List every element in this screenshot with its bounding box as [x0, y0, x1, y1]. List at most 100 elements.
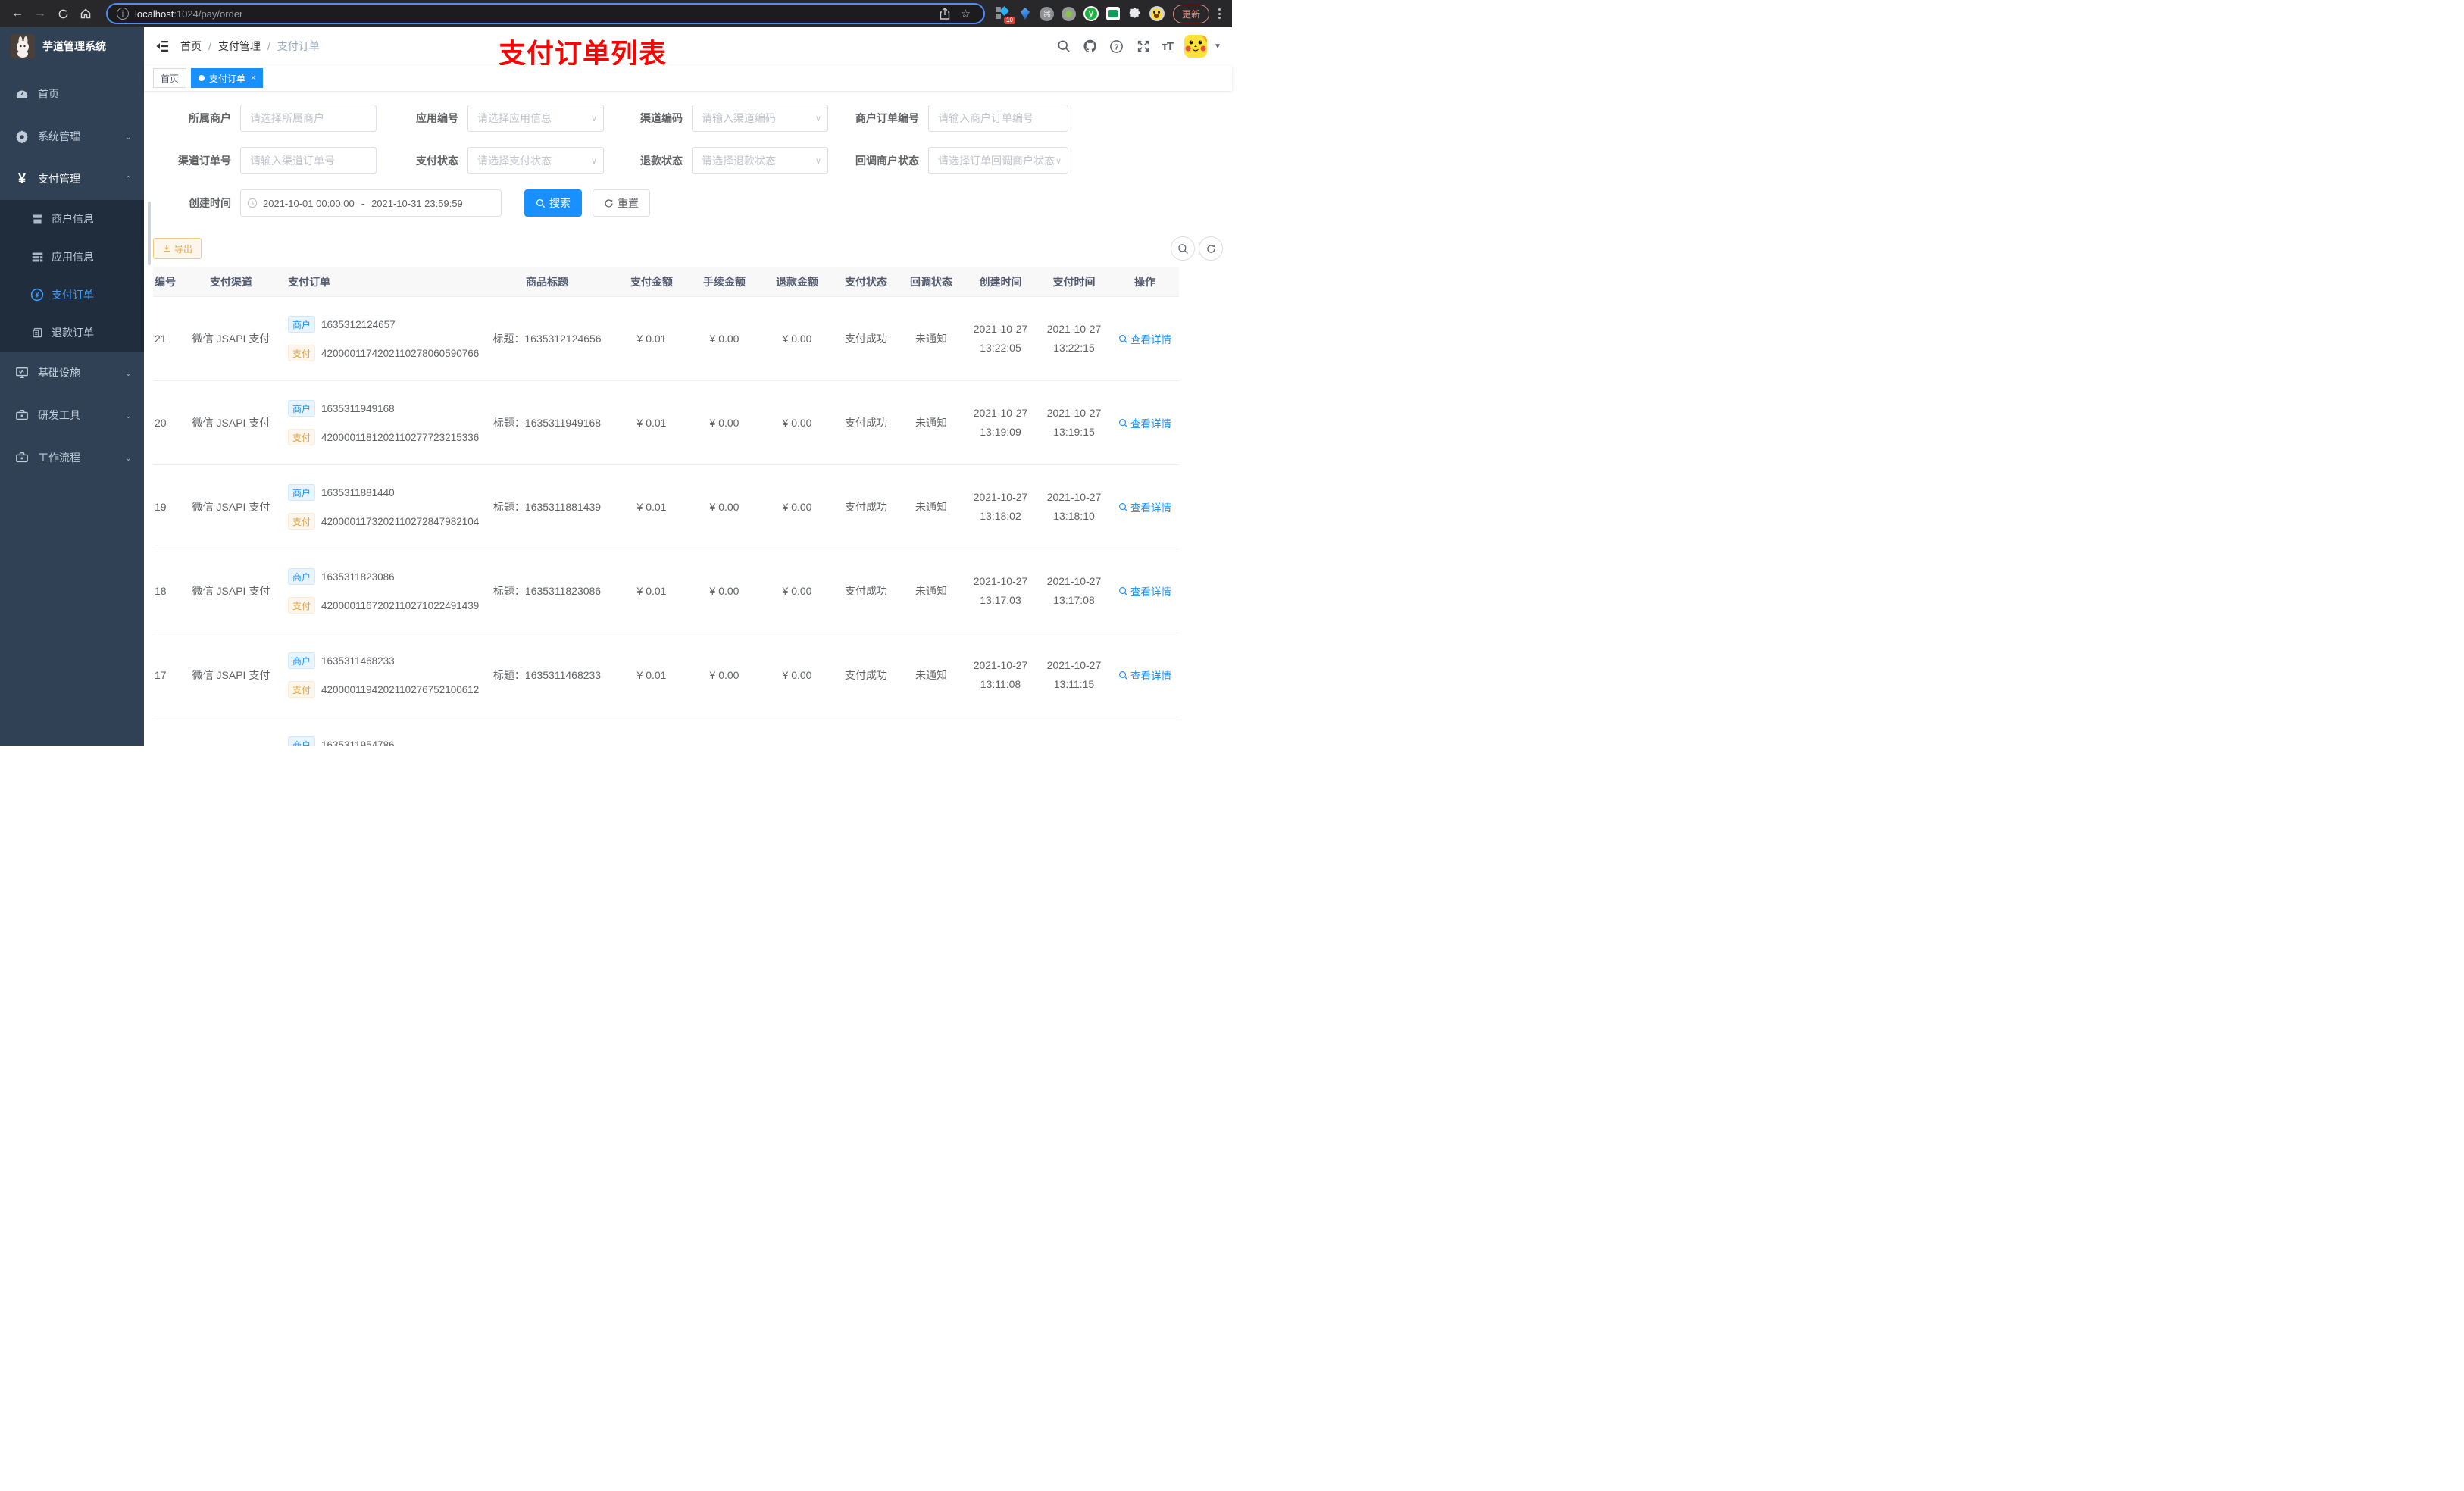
site-info-icon[interactable]: i	[117, 8, 129, 20]
sidebar-item-dev-tools[interactable]: 研发工具 ⌄	[0, 394, 144, 436]
chevron-up-icon: ⌃	[124, 174, 132, 184]
avatar-caret-icon[interactable]: ▼	[1214, 42, 1221, 51]
cell-order: 商户 1635311949168 支付 42000011812021102777…	[276, 400, 479, 445]
cell-notify: 未通知	[915, 585, 947, 597]
extension-puzzle-icon[interactable]	[1127, 6, 1143, 21]
browser-reload-icon[interactable]	[53, 4, 73, 23]
toolbox-icon	[15, 451, 29, 464]
github-icon[interactable]	[1083, 39, 1098, 54]
pay-status-select[interactable]: 请选择支付状态 ∨	[467, 147, 604, 174]
merchant-input[interactable]	[240, 105, 377, 132]
cell-fee: ¥ 0.00	[709, 585, 740, 597]
date-range-picker[interactable]: 2021-10-01 00:00:00 - 2021-10-31 23:59:5…	[240, 189, 502, 217]
browser-update-button[interactable]: 更新	[1172, 4, 1209, 23]
share-icon[interactable]	[940, 8, 950, 20]
chevron-down-icon: ∨	[590, 114, 597, 123]
cell-fee: ¥ 0.00	[709, 669, 740, 681]
cell-amount: ¥ 0.01	[636, 333, 667, 345]
channel-code-select[interactable]: 请输入渠道编码 ∨	[692, 105, 828, 132]
breadcrumb-payment[interactable]: 支付管理	[218, 39, 261, 54]
cell-order: 商户 1635311954786 支付	[276, 736, 479, 746]
app-no-select[interactable]: 请选择应用信息 ∨	[467, 105, 604, 132]
header-search-icon[interactable]	[1056, 39, 1071, 54]
breadcrumb-home[interactable]: 首页	[180, 39, 202, 54]
view-detail-link[interactable]: 查看详情	[1111, 583, 1179, 599]
tab-pay-order[interactable]: 支付订单 ×	[191, 68, 264, 88]
browser-back-icon[interactable]: ←	[8, 4, 27, 23]
col-action: 操作	[1134, 275, 1155, 288]
app-logo-row[interactable]: 芋道管理系统	[0, 27, 144, 65]
table-row: 19 微信 JSAPI 支付 商户 1635311881440 支付 42000…	[153, 465, 1179, 549]
cell-paid: 2021-10-27 13:11:15	[1046, 659, 1102, 690]
scrollbar-thumb[interactable]	[148, 202, 151, 265]
sidebar-item-app-info[interactable]: 应用信息	[0, 238, 144, 276]
sidebar-item-home[interactable]: 首页	[0, 73, 144, 115]
pay-order-no: 4200001174202110278060590766	[321, 347, 480, 359]
merchant-order-no-input[interactable]	[928, 105, 1068, 132]
cell-created: 2021-10-27 13:17:03	[973, 575, 1028, 606]
merchant-order-no: 1635311468233	[321, 655, 395, 667]
channel-order-no-input[interactable]	[240, 147, 377, 174]
sidebar-item-pay-order[interactable]: ¥ 支付订单	[0, 276, 144, 314]
tab-home[interactable]: 首页	[153, 68, 187, 88]
filter-label: 渠道订单号	[178, 155, 231, 167]
font-size-icon[interactable]: ᴛT	[1162, 40, 1174, 53]
view-detail-link[interactable]: 查看详情	[1111, 331, 1179, 346]
search-button[interactable]: 搜索	[524, 189, 582, 217]
cell-channel: 微信 JSAPI 支付	[192, 417, 270, 429]
help-icon[interactable]: ?	[1109, 39, 1124, 54]
filter-refund-status: 退款状态 请选择退款状态 ∨	[616, 147, 828, 174]
browser-forward-icon[interactable]: →	[30, 4, 50, 23]
extension-tabs-icon[interactable]: 10	[995, 6, 1015, 24]
cell-status: 支付成功	[845, 417, 887, 429]
sidebar-item-system[interactable]: 系统管理 ⌄	[0, 115, 144, 158]
address-bar[interactable]: i localhost:1024/pay/order ☆	[106, 3, 985, 24]
sidebar-fold-icon[interactable]	[155, 39, 170, 54]
sidebar-item-workflow[interactable]: 工作流程 ⌄	[0, 436, 144, 479]
sidebar-item-payment[interactable]: ¥ 支付管理 ⌃	[0, 158, 144, 200]
sidebar-item-merchant-info[interactable]: 商户信息	[0, 200, 144, 238]
cell-paid: 2021-10-27 13:22:15	[1046, 323, 1102, 354]
cell-notify: 未通知	[915, 501, 947, 513]
refresh-button[interactable]	[1199, 236, 1223, 261]
extension-gem-icon[interactable]	[1018, 6, 1033, 21]
reset-button[interactable]: 重置	[593, 189, 650, 217]
bookmark-star-icon[interactable]: ☆	[961, 7, 971, 20]
extension-record-icon[interactable]	[1062, 6, 1077, 21]
fullscreen-icon[interactable]	[1136, 39, 1151, 54]
extension-y-icon[interactable]: y	[1083, 6, 1099, 21]
view-detail-link[interactable]: 查看详情	[1111, 415, 1179, 430]
table-row: 商户 1635311954786 支付 查看详情	[153, 717, 1179, 746]
sidebar-item-label: 工作流程	[38, 452, 80, 464]
extension-chat-icon[interactable]	[1105, 6, 1121, 21]
cell-refund: ¥ 0.00	[782, 501, 812, 513]
export-button[interactable]: 导出	[153, 238, 202, 259]
pay-order-no: 4200001173202110272847982104	[321, 515, 480, 527]
view-detail-link[interactable]: 查看详情	[1111, 667, 1179, 683]
document-icon	[30, 326, 44, 339]
chevron-down-icon: ⌄	[124, 453, 132, 463]
user-avatar[interactable]	[1184, 35, 1208, 58]
col-created: 创建时间	[979, 275, 1022, 288]
toggle-search-button[interactable]	[1171, 236, 1195, 261]
view-detail-link[interactable]: 查看详情	[1111, 499, 1179, 514]
sidebar-item-refund-order[interactable]: 退款订单	[0, 314, 144, 352]
browser-menu-icon[interactable]	[1214, 8, 1224, 19]
cell-id: 20	[155, 417, 167, 429]
col-paid: 支付时间	[1052, 275, 1096, 288]
extension-emoji-icon[interactable]	[1149, 6, 1165, 21]
cell-id: 17	[155, 669, 167, 681]
extension-command-icon[interactable]: ⌘	[1040, 6, 1055, 21]
browser-home-icon[interactable]	[76, 4, 95, 23]
table-row: 21 微信 JSAPI 支付 商户 1635312124657 支付 42000…	[153, 297, 1179, 381]
cell-notify: 未通知	[915, 417, 947, 429]
merchant-tag: 商户	[288, 568, 316, 585]
notify-status-select[interactable]: 请选择订单回调商户状态 ∨	[928, 147, 1068, 174]
cell-status: 支付成功	[845, 501, 887, 513]
chevron-down-icon: ⌄	[124, 368, 132, 378]
cell-status: 支付成功	[845, 585, 887, 597]
close-icon[interactable]: ×	[251, 73, 255, 83]
refund-status-select[interactable]: 请选择退款状态 ∨	[692, 147, 828, 174]
sidebar-item-infrastructure[interactable]: 基础设施 ⌄	[0, 352, 144, 394]
col-fee: 手续金额	[703, 275, 746, 288]
